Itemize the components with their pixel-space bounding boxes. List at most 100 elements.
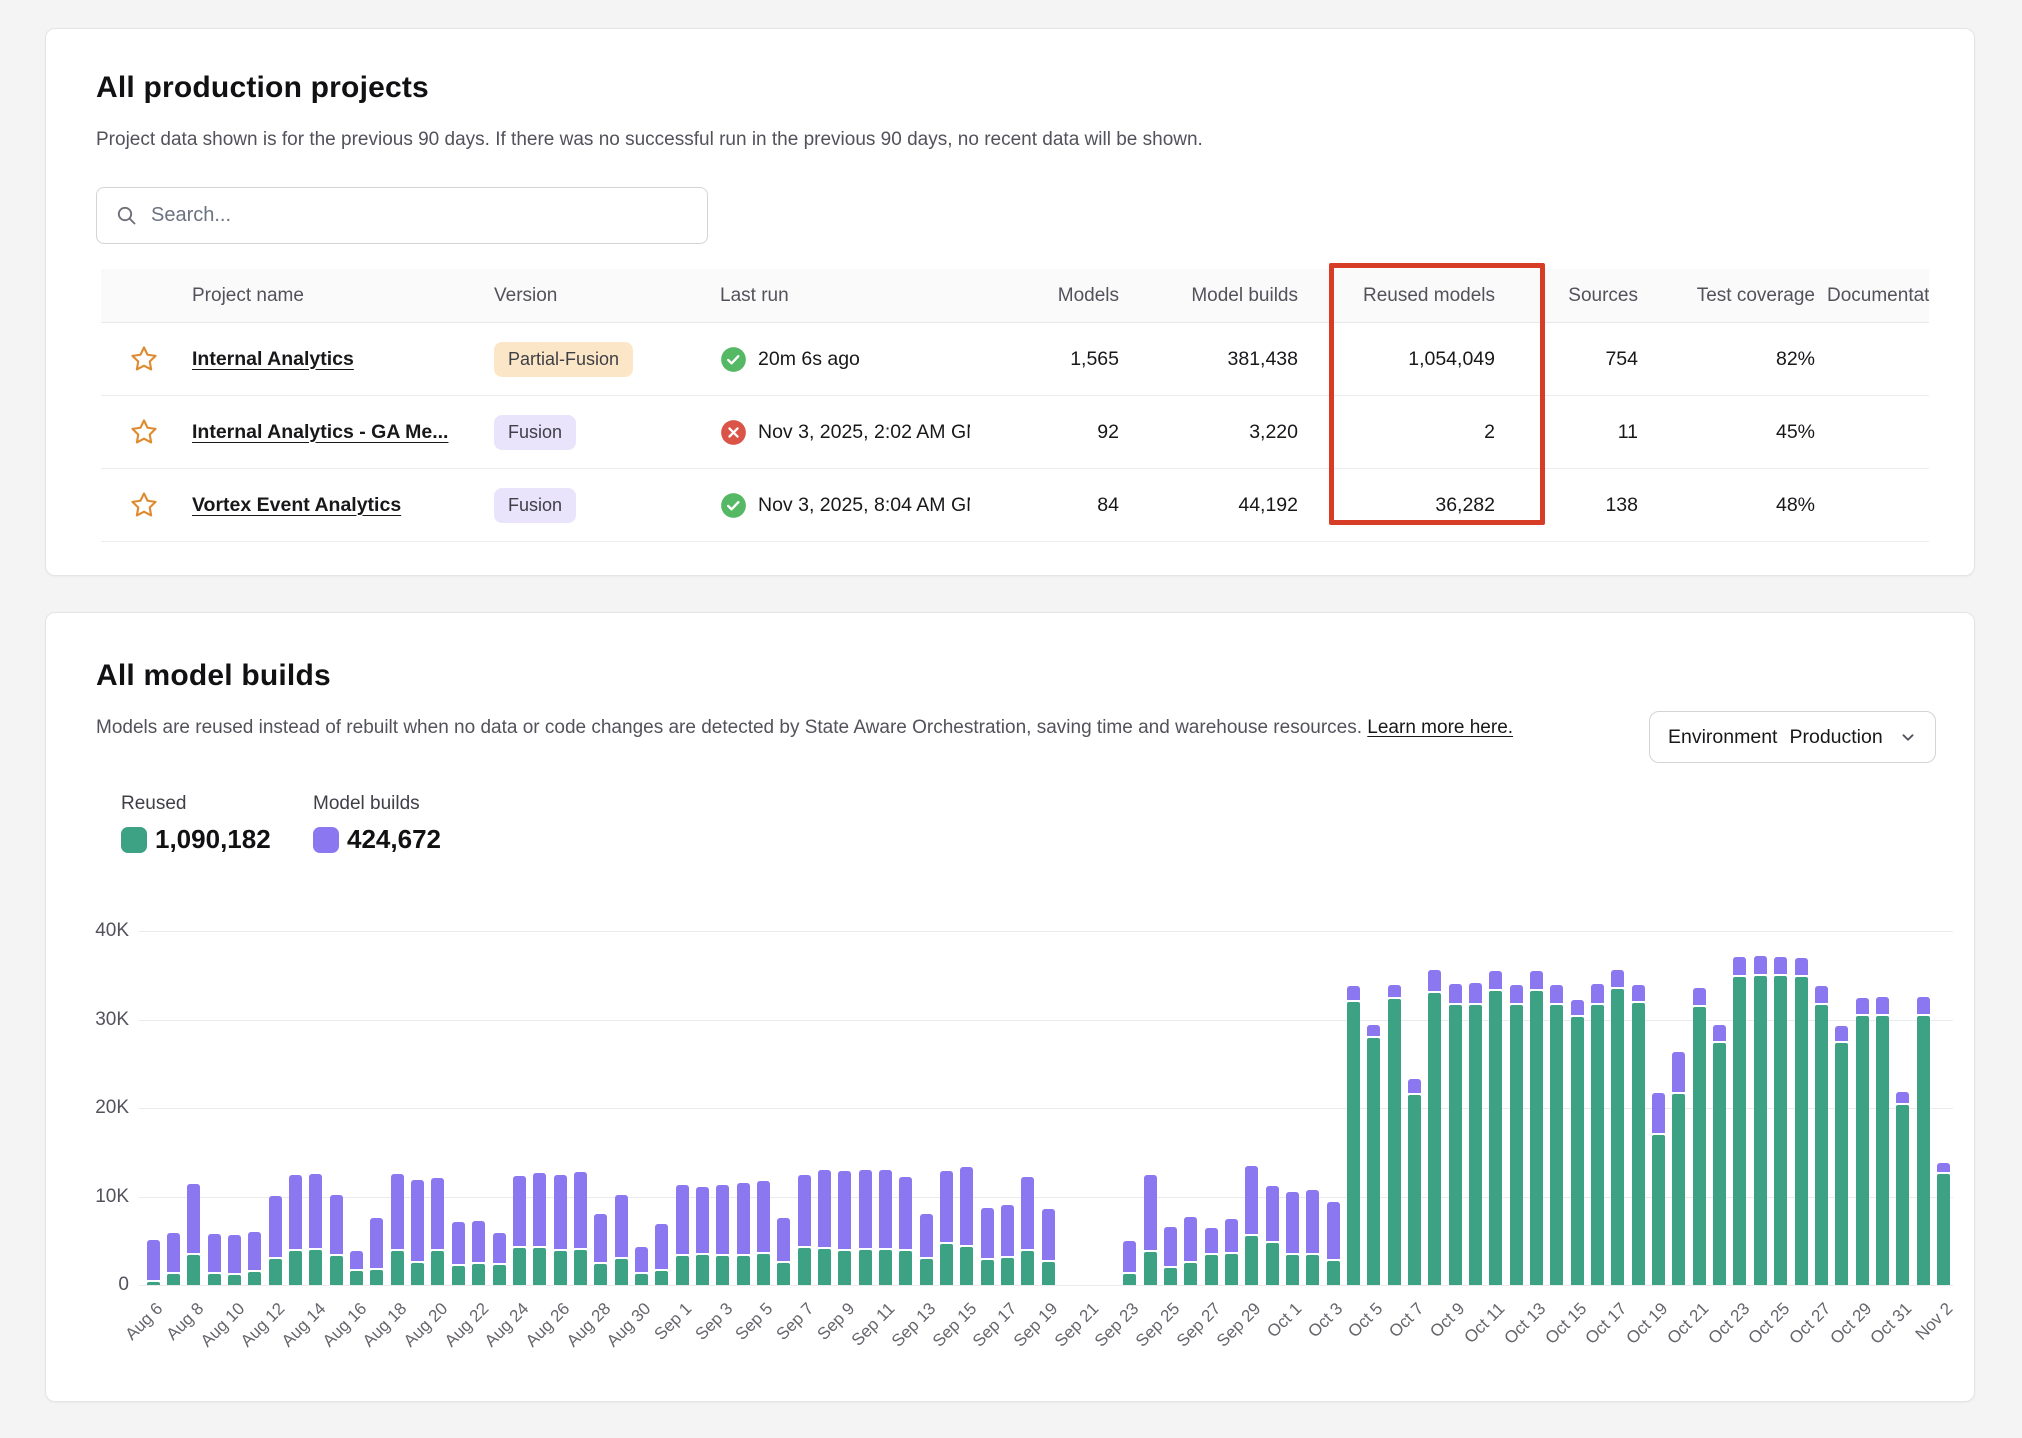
stacked-bar[interactable] [899,1177,912,1285]
stacked-bar[interactable] [187,1184,200,1285]
stacked-bar[interactable] [513,1176,526,1285]
stacked-bar[interactable] [737,1183,750,1285]
stacked-bar[interactable] [1286,1192,1299,1285]
stacked-bar[interactable] [1001,1205,1014,1285]
stacked-bar[interactable] [574,1172,587,1285]
stacked-bar[interactable] [940,1171,953,1285]
stacked-bar[interactable] [1367,1025,1380,1285]
environment-select[interactable]: Environment Production [1649,711,1936,763]
stacked-bar[interactable] [1652,1093,1665,1285]
stacked-bar[interactable] [472,1221,485,1285]
star-icon[interactable] [129,490,159,520]
stacked-bar[interactable] [1774,957,1787,1285]
column-header[interactable]: Documentation [1821,285,1929,307]
stacked-bar[interactable] [248,1232,261,1285]
column-header[interactable]: Model builds [1125,285,1304,307]
stacked-bar[interactable] [493,1233,506,1285]
stacked-bar[interactable] [777,1218,790,1285]
column-header[interactable]: Reused models [1304,285,1501,307]
stacked-bar[interactable] [208,1234,221,1285]
stacked-bar[interactable] [798,1175,811,1285]
stacked-bar[interactable] [1327,1202,1340,1285]
column-header[interactable]: Last run [714,285,976,307]
stacked-bar[interactable] [1388,985,1401,1285]
stacked-bar[interactable] [1469,983,1482,1285]
stacked-bar[interactable] [676,1185,689,1285]
stacked-bar[interactable] [960,1167,973,1285]
stacked-bar[interactable] [1672,1052,1685,1285]
star-icon[interactable] [129,344,159,374]
stacked-bar[interactable] [1164,1227,1177,1285]
learn-more-link[interactable]: Learn more here. [1367,717,1513,738]
stacked-bar[interactable] [167,1233,180,1285]
stacked-bar[interactable] [1144,1175,1157,1285]
stacked-bar[interactable] [350,1251,363,1285]
stacked-bar[interactable] [838,1171,851,1285]
stacked-bar[interactable] [1266,1186,1279,1285]
stacked-bar[interactable] [594,1214,607,1285]
stacked-bar[interactable] [1591,984,1604,1285]
stacked-bar[interactable] [1632,985,1645,1285]
stacked-bar[interactable] [1795,958,1808,1285]
stacked-bar[interactable] [1571,1000,1584,1285]
column-header[interactable]: Sources [1501,285,1644,307]
stacked-bar[interactable] [1449,984,1462,1285]
stacked-bar[interactable] [1489,971,1502,1285]
stacked-bar[interactable] [1754,956,1767,1285]
stacked-bar[interactable] [1408,1079,1421,1285]
stacked-bar[interactable] [289,1175,302,1285]
stacked-bar[interactable] [757,1181,770,1285]
stacked-bar[interactable] [1184,1217,1197,1285]
stacked-bar[interactable] [1693,988,1706,1285]
stacked-bar[interactable] [1896,1092,1909,1285]
stacked-bar[interactable] [1225,1219,1238,1285]
stacked-bar[interactable] [228,1235,241,1285]
column-header[interactable]: Project name [186,285,488,307]
stacked-bar[interactable] [1530,971,1543,1285]
stacked-bar[interactable] [1510,985,1523,1285]
favorite-star-cell[interactable] [101,490,186,520]
stacked-bar[interactable] [1876,997,1889,1285]
star-icon[interactable] [129,417,159,447]
stacked-bar[interactable] [615,1195,628,1285]
stacked-bar[interactable] [431,1178,444,1285]
stacked-bar[interactable] [533,1173,546,1285]
stacked-bar[interactable] [1713,1025,1726,1285]
stacked-bar[interactable] [635,1247,648,1285]
stacked-bar[interactable] [716,1185,729,1285]
stacked-bar[interactable] [452,1222,465,1285]
stacked-bar[interactable] [1733,957,1746,1285]
stacked-bar[interactable] [1611,970,1624,1285]
column-header[interactable]: Models [976,285,1125,307]
stacked-bar[interactable] [1042,1209,1055,1285]
project-link[interactable]: Vortex Event Analytics [192,494,401,516]
stacked-bar[interactable] [391,1174,404,1285]
stacked-bar[interactable] [1815,986,1828,1285]
stacked-bar[interactable] [309,1174,322,1285]
stacked-bar[interactable] [818,1170,831,1285]
stacked-bar[interactable] [879,1170,892,1285]
search-input[interactable] [151,204,689,227]
stacked-bar[interactable] [859,1170,872,1285]
stacked-bar[interactable] [554,1175,567,1285]
stacked-bar[interactable] [1205,1228,1218,1285]
project-link[interactable]: Internal Analytics - GA Me... [192,421,448,443]
stacked-bar[interactable] [411,1180,424,1285]
stacked-bar[interactable] [920,1214,933,1285]
stacked-bar[interactable] [1937,1163,1950,1285]
favorite-star-cell[interactable] [101,417,186,447]
stacked-bar[interactable] [655,1224,668,1285]
stacked-bar[interactable] [1856,998,1869,1285]
stacked-bar[interactable] [1428,970,1441,1285]
stacked-bar[interactable] [269,1196,282,1285]
stacked-bar[interactable] [1306,1190,1319,1285]
stacked-bar[interactable] [1835,1026,1848,1285]
stacked-bar[interactable] [1917,997,1930,1285]
stacked-bar[interactable] [696,1187,709,1285]
stacked-bar[interactable] [147,1240,160,1285]
stacked-bar[interactable] [1123,1241,1136,1285]
column-header[interactable]: Test coverage [1644,285,1821,307]
stacked-bar[interactable] [1550,985,1563,1285]
stacked-bar[interactable] [1021,1177,1034,1285]
project-link[interactable]: Internal Analytics [192,348,354,370]
